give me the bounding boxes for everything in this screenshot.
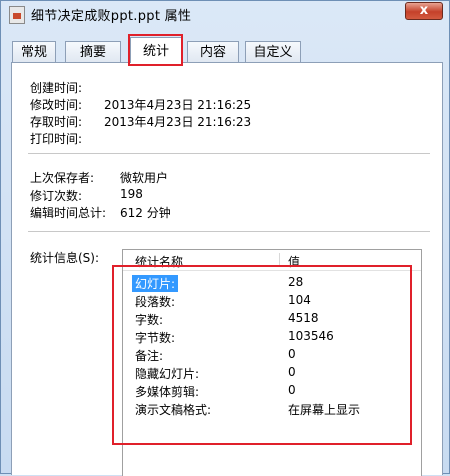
total-edit-time-label: 编辑时间总计: <box>30 206 107 220</box>
modified-label: 修改时间: <box>30 98 83 112</box>
title-bar[interactable]: 细节决定成败ppt.ppt 属性 x <box>1 1 449 27</box>
statistics-label: 统计信息(S): <box>30 251 100 265</box>
divider <box>28 153 430 154</box>
tab-general[interactable]: 常规 <box>12 41 56 63</box>
modified-value: 2013年4月23日 21:16:25 <box>104 98 252 112</box>
accessed-label: 存取时间: <box>30 115 83 129</box>
tab-contents[interactable]: 内容 <box>187 41 239 63</box>
tab-highlight-box <box>128 34 183 66</box>
tab-summary[interactable]: 摘要 <box>65 41 121 63</box>
statistics-highlight-box <box>112 265 412 445</box>
created-label: 创建时间: <box>30 81 83 95</box>
powerpoint-file-icon <box>9 6 25 24</box>
accessed-value: 2013年4月23日 21:16:23 <box>104 115 252 129</box>
last-saved-by-value: 微软用户 <box>120 171 169 185</box>
divider <box>28 231 430 232</box>
printed-label: 打印时间: <box>30 132 83 146</box>
total-edit-time-value: 612 分钟 <box>120 206 171 220</box>
properties-window: 细节决定成败ppt.ppt 属性 x 常规 摘要 统计 内容 自定义 创建时间:… <box>0 0 450 476</box>
last-saved-by-label: 上次保存者: <box>30 171 95 185</box>
tab-custom[interactable]: 自定义 <box>245 41 301 63</box>
revision-count-label: 修订次数: <box>30 189 83 203</box>
window-title: 细节决定成败ppt.ppt 属性 <box>31 9 192 24</box>
revision-count-value: 198 <box>120 187 143 201</box>
close-button[interactable]: x <box>405 2 443 20</box>
